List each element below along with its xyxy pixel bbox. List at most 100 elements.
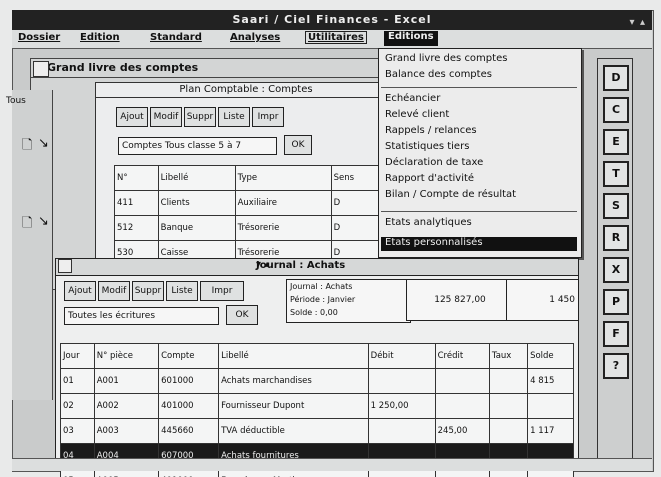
menu-item-bilan[interactable]: Bilan / Compte de résultat bbox=[385, 189, 516, 200]
column-header[interactable]: Crédit bbox=[434, 343, 490, 369]
edit-entry-button[interactable]: Modif bbox=[98, 281, 130, 301]
tool-button[interactable]: R bbox=[603, 225, 629, 251]
column-header[interactable]: Taux bbox=[488, 343, 529, 369]
table-cell: TVA déductible bbox=[218, 418, 369, 444]
journal-info-box: Journal : Achats Période : Janvier Solde… bbox=[286, 279, 411, 323]
list-button[interactable]: Liste bbox=[218, 107, 250, 127]
tool-button[interactable]: E bbox=[603, 129, 629, 155]
menu-standard[interactable]: Standard bbox=[150, 32, 202, 43]
column-header[interactable]: Débit bbox=[367, 343, 436, 369]
table-cell: A002 bbox=[93, 393, 160, 419]
account-filter-field[interactable]: Comptes Tous classe 5 à 7 bbox=[118, 137, 277, 155]
menu-item-rappels[interactable]: Rappels / relances bbox=[385, 125, 477, 136]
table-cell: Clients bbox=[157, 190, 236, 216]
menu-item-balance[interactable]: Balance des comptes bbox=[385, 69, 492, 80]
info-line: Solde : 0,00 bbox=[290, 308, 338, 317]
table-cell: A001 bbox=[93, 368, 160, 394]
table-cell bbox=[488, 368, 529, 394]
tool-button[interactable]: F bbox=[603, 321, 629, 347]
arrow-icon-2[interactable]: ↘ bbox=[38, 214, 49, 229]
add-button[interactable]: Ajout bbox=[116, 107, 148, 127]
menu-analyses[interactable]: Analyses bbox=[230, 32, 280, 43]
screen: Saari / Ciel Finances - Excel ▾ ▴ Dossie… bbox=[0, 0, 661, 477]
document-icon-2[interactable]: 🗋 bbox=[22, 214, 32, 236]
menu-item-statistiques[interactable]: Statistiques tiers bbox=[385, 141, 469, 152]
column-header[interactable]: Jour bbox=[60, 343, 95, 369]
menubar: Dossier Edition Standard Analyses Utilit… bbox=[12, 30, 652, 49]
column-header[interactable]: Solde bbox=[527, 343, 574, 369]
column-header[interactable]: Compte bbox=[158, 343, 220, 369]
table-row[interactable]: 02 A002 401000 Fournisseur Dupont 1 250,… bbox=[60, 393, 574, 419]
tool-button[interactable]: P bbox=[603, 289, 629, 315]
table-cell bbox=[488, 418, 529, 444]
app-title-bar: Saari / Ciel Finances - Excel ▾ ▴ bbox=[12, 10, 652, 30]
table-cell: 1 117 bbox=[527, 418, 574, 444]
print-button[interactable]: Impr bbox=[252, 107, 284, 127]
delete-entry-button[interactable]: Suppr bbox=[132, 281, 164, 301]
status-bar bbox=[12, 458, 652, 471]
menu-item-grand-livre[interactable]: Grand livre des comptes bbox=[385, 53, 507, 64]
ledger-window-title-bar: Grand livre des comptes bbox=[31, 59, 411, 78]
journal-count-field: 1 450 bbox=[506, 279, 579, 321]
table-row[interactable]: 512 Banque Trésorerie D bbox=[114, 215, 385, 241]
column-header[interactable]: Libellé bbox=[218, 343, 369, 369]
menu-item-echeancier[interactable]: Echéancier bbox=[385, 93, 440, 104]
edit-button[interactable]: Modif bbox=[150, 107, 182, 127]
table-row[interactable]: 411 Clients Auxiliaire D bbox=[114, 190, 385, 216]
table-cell: 245,00 bbox=[434, 418, 490, 444]
menu-dossier[interactable]: Dossier bbox=[18, 32, 60, 43]
menu-separator bbox=[381, 87, 577, 88]
menu-item-rapport[interactable]: Rapport d'activité bbox=[385, 173, 474, 184]
minimize-maximize-icon[interactable]: ▾ ▴ bbox=[256, 259, 568, 270]
tool-button[interactable]: C bbox=[603, 97, 629, 123]
table-cell: Trésorerie bbox=[234, 215, 332, 241]
delete-button[interactable]: Suppr bbox=[184, 107, 216, 127]
table-cell: Auxiliaire bbox=[234, 190, 332, 216]
arrow-icon[interactable]: ↘ bbox=[38, 136, 49, 151]
journal-filter-field[interactable]: Toutes les écritures bbox=[64, 307, 219, 325]
tool-button[interactable]: D bbox=[603, 65, 629, 91]
table-cell bbox=[367, 368, 436, 394]
info-line: Journal : Achats bbox=[290, 282, 353, 291]
print-entry-button[interactable]: Impr bbox=[200, 281, 244, 301]
menu-item-personnalises[interactable]: Etats personnalisés bbox=[385, 237, 483, 248]
column-header[interactable]: N° pièce bbox=[93, 343, 160, 369]
info-line: Période : Janvier bbox=[290, 295, 356, 304]
tool-button[interactable]: T bbox=[603, 161, 629, 187]
column-header[interactable]: Sens bbox=[330, 165, 385, 191]
column-header[interactable]: Libellé bbox=[157, 165, 236, 191]
window-menu-icon[interactable] bbox=[33, 61, 49, 77]
tool-button[interactable]: ? bbox=[603, 353, 629, 379]
menu-edition[interactable]: Edition bbox=[80, 32, 120, 43]
table-row[interactable]: 03 A003 445660 TVA déductible 245,00 1 1… bbox=[60, 418, 574, 444]
account-filter-ok-button[interactable]: OK bbox=[284, 135, 312, 155]
table-cell: 4 815 bbox=[527, 368, 574, 394]
table-cell bbox=[434, 368, 490, 394]
menu-item-declaration[interactable]: Déclaration de taxe bbox=[385, 157, 483, 168]
table-row[interactable]: 01 A001 601000 Achats marchandises 4 815 bbox=[60, 368, 574, 394]
table-cell: 512 bbox=[114, 215, 159, 241]
accounts-table: N° Libellé Type Sens 411 Clients Auxilia… bbox=[114, 165, 385, 266]
menu-item-releve[interactable]: Relevé client bbox=[385, 109, 449, 120]
add-entry-button[interactable]: Ajout bbox=[64, 281, 96, 301]
table-header-row: Jour N° pièce Compte Libellé Débit Crédi… bbox=[60, 343, 574, 369]
menu-item-analytiques[interactable]: Etats analytiques bbox=[385, 217, 472, 228]
journal-window-title-bar: Journal : Achats ▾ ▴ bbox=[56, 259, 578, 276]
menu-editions[interactable]: Editions bbox=[384, 31, 438, 46]
column-header[interactable]: N° bbox=[114, 165, 159, 191]
table-cell: 445660 bbox=[158, 418, 220, 444]
column-header[interactable]: Type bbox=[234, 165, 332, 191]
table-cell: Banque bbox=[157, 215, 236, 241]
menu-utilitaires[interactable]: Utilitaires bbox=[305, 31, 367, 44]
table-header-row: N° Libellé Type Sens bbox=[114, 165, 385, 191]
list-entry-button[interactable]: Liste bbox=[166, 281, 198, 301]
document-icon[interactable]: 🗋 bbox=[22, 136, 32, 158]
tool-button[interactable]: S bbox=[603, 193, 629, 219]
table-cell: 03 bbox=[60, 418, 95, 444]
window-menu-icon[interactable] bbox=[58, 259, 72, 273]
journal-filter-ok-button[interactable]: OK bbox=[226, 305, 258, 325]
table-cell: Achats marchandises bbox=[218, 368, 369, 394]
tool-button[interactable]: X bbox=[603, 257, 629, 283]
table-cell: 401000 bbox=[158, 393, 220, 419]
table-cell: 01 bbox=[60, 368, 95, 394]
